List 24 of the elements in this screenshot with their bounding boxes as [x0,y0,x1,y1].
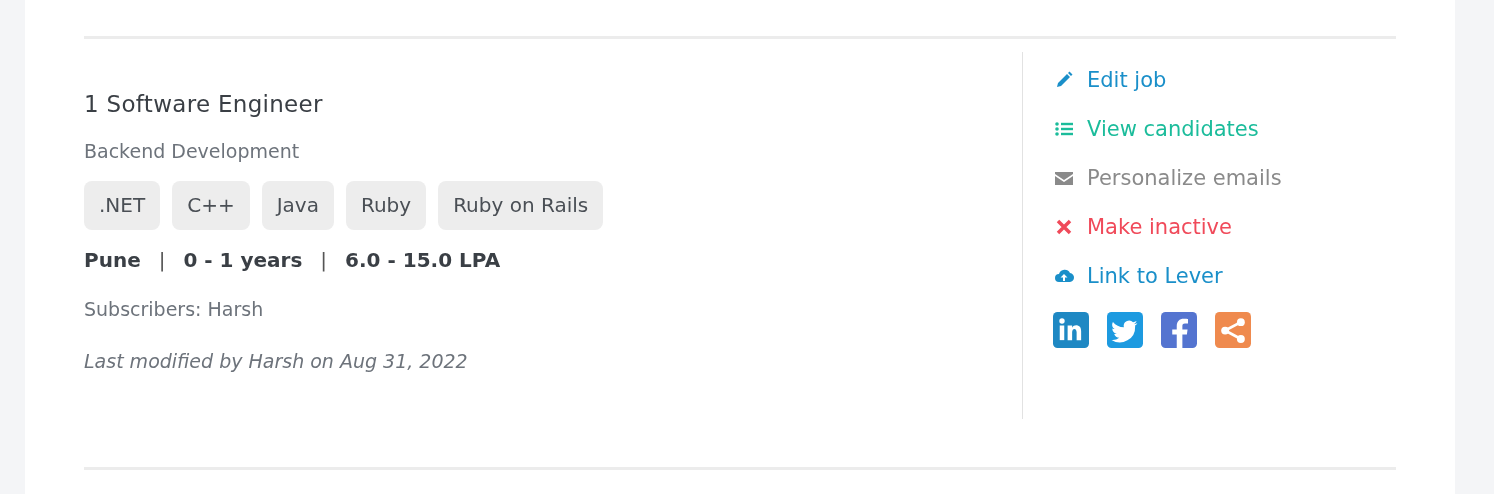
action-link[interactable]: View candidates [1053,114,1282,144]
job-detail: 6.0 - 15.0 LPA [345,247,501,274]
action-link[interactable]: Link to Lever [1053,261,1282,291]
separator: | [320,247,328,274]
team-name: Backend Development [84,139,301,163]
share-icon[interactable] [1215,312,1251,348]
subscribers-text: Subscribers: Harsh [84,297,265,322]
last-modified-text: Last modified by Harsh on Aug 31, 2022 [84,349,469,374]
job-detail: 0 - 1 years [183,247,303,274]
job-detail: Pune [84,247,141,274]
action-link[interactable]: Personalize emails [1053,163,1282,193]
bird-icon[interactable] [1107,312,1143,348]
facebook-icon[interactable] [1161,312,1197,348]
skill-tag: Ruby on Rails [438,181,604,230]
skill-tag: Ruby [345,181,427,230]
action-link[interactable]: Edit job [1053,65,1282,95]
skill-tag: .NET [84,181,161,230]
action-link[interactable]: Make inactive [1053,212,1282,242]
job-title: 1 Software Engineer [84,90,324,119]
linkedin-icon[interactable] [1053,312,1089,348]
skill-tag: C++ [172,181,250,230]
separator: | [158,247,166,274]
skill-tag: Java [261,181,334,230]
list-icon [1053,119,1075,139]
